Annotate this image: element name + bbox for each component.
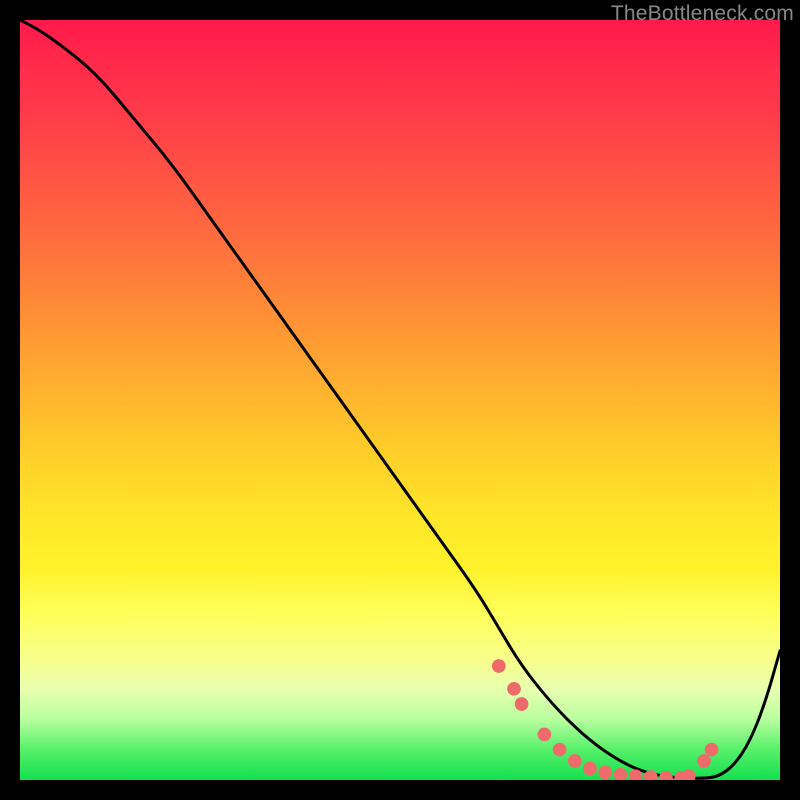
marker-dot <box>629 769 643 780</box>
marker-dot <box>515 697 529 711</box>
marker-dot <box>492 659 506 673</box>
marker-dot <box>583 762 597 776</box>
plot-area <box>20 20 780 780</box>
marker-dot <box>697 754 711 768</box>
marker-dot <box>598 766 612 780</box>
marker-dot <box>705 743 719 757</box>
marker-dot <box>614 768 628 780</box>
marker-dot <box>682 769 696 780</box>
marker-dot <box>553 743 567 757</box>
marker-dot <box>507 682 521 696</box>
marker-dot <box>674 771 688 780</box>
marker-dot <box>644 770 658 780</box>
marker-dot <box>659 771 673 780</box>
chart-svg <box>20 20 780 780</box>
curve-path <box>20 20 780 778</box>
marker-dot <box>568 754 582 768</box>
chart-stage: TheBottleneck.com <box>0 0 800 800</box>
marker-dot <box>538 728 552 742</box>
